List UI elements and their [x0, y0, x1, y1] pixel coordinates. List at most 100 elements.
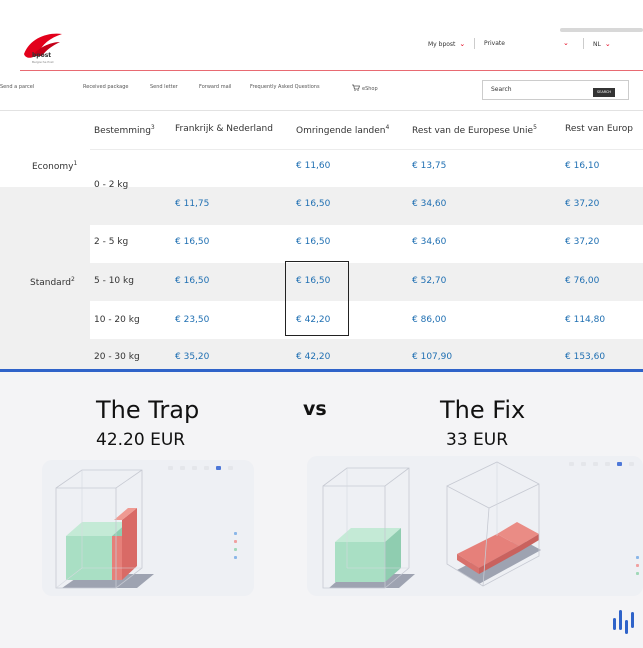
toolbar-button[interactable]: [204, 466, 209, 470]
legend-dot: [636, 572, 639, 575]
site-header: bpost Belgische Post My bpost ⌄ Private ⌄…: [0, 0, 643, 71]
footnote-ref: 5: [533, 124, 537, 131]
toolbar-button[interactable]: [228, 466, 233, 470]
price-cell: € 42,20: [296, 352, 331, 362]
row-band: [90, 187, 643, 225]
language-label: NL: [593, 41, 601, 48]
chevron-down-icon: ⌄: [604, 40, 611, 48]
footnote-ref: 1: [73, 160, 78, 167]
private-selector[interactable]: Private: [484, 40, 505, 47]
search-placeholder: Search: [491, 86, 512, 93]
col-header-text: Rest van Europ: [565, 124, 633, 134]
bpost-logo-icon: [24, 33, 62, 58]
price-cell: € 153,60: [565, 352, 606, 362]
weight-10-20: 10 - 20 kg: [94, 315, 140, 325]
toolbar-button[interactable]: [216, 466, 221, 470]
row-band: [90, 263, 643, 301]
col-header-eu: Rest van de Europese Unie5: [412, 124, 537, 136]
legend-dot: [636, 556, 639, 559]
price-cell: € 52,70: [412, 276, 447, 286]
logo-subtext: Belgische Post: [32, 60, 54, 64]
nav-send-parcel[interactable]: Send a parcel: [0, 84, 34, 90]
footnote-ref: 3: [150, 124, 155, 131]
weight-20-30: 20 - 30 kg: [94, 352, 140, 362]
price-cell: € 35,20: [175, 352, 210, 362]
legend-dot: [234, 532, 237, 535]
col-header-text: Bestemming: [94, 126, 151, 136]
price-cell: € 107,90: [412, 352, 453, 362]
language-selector[interactable]: NL ⌄: [593, 40, 611, 48]
fix-packing-view[interactable]: [307, 456, 643, 596]
price-cell: € 86,00: [412, 315, 447, 325]
row-band: [90, 339, 643, 370]
search-input[interactable]: Search SEARCH: [482, 80, 629, 100]
cart-icon: [352, 84, 361, 91]
trap-price: 42.20 EUR: [96, 430, 186, 450]
divider: [583, 38, 584, 49]
price-cell: € 11,60: [296, 161, 331, 171]
header-divider: [20, 70, 643, 71]
toolbar-button[interactable]: [617, 462, 622, 466]
toolbar-button[interactable]: [192, 466, 197, 470]
nav-eshop[interactable]: eShop: [352, 84, 378, 92]
price-cell: € 37,20: [565, 237, 600, 247]
price-cell: € 37,20: [565, 199, 600, 209]
price-cell: € 16,50: [296, 237, 331, 247]
row-divider: [90, 149, 643, 150]
mybpost-menu[interactable]: My bpost ⌄: [428, 40, 465, 48]
col-header-omringende: Omringende landen4: [296, 124, 389, 136]
service-economy: Economy1: [32, 160, 77, 172]
price-cell: € 16,10: [565, 161, 600, 171]
price-cell: € 34,60: [412, 199, 447, 209]
highlight-box: [285, 261, 349, 336]
mybpost-label: My bpost: [428, 41, 456, 48]
logo-text: bpost: [32, 52, 52, 59]
vs-label: vs: [303, 398, 327, 420]
price-cell: € 34,60: [412, 237, 447, 247]
box-3d-render: [55, 469, 154, 589]
chevron-down-icon: ⌄: [459, 40, 466, 48]
divider: [474, 38, 475, 49]
price-cell: € 11,75: [175, 199, 210, 209]
trap-packing-view[interactable]: [42, 460, 254, 596]
section-divider: [0, 369, 643, 372]
fix-price: 33 EUR: [446, 430, 509, 450]
col-header-text: Omringende landen: [296, 126, 386, 136]
fix-title: The Fix: [440, 396, 526, 424]
price-cell: € 13,75: [412, 161, 447, 171]
col-header-rest-europe: Rest van Europ: [565, 124, 633, 134]
weight-5-10: 5 - 10 kg: [94, 276, 134, 286]
trap-title: The Trap: [96, 396, 200, 424]
top-scrollbar: [560, 28, 643, 32]
nav-received-package[interactable]: Received package: [83, 84, 128, 90]
nav-forward-mail[interactable]: Forward mail: [199, 84, 231, 90]
price-cell: € 16,50: [175, 276, 210, 286]
brand-logo-icon: [613, 610, 634, 634]
nav-send-letter[interactable]: Send letter: [150, 84, 178, 90]
price-cell: € 76,00: [565, 276, 600, 286]
toolbar-button[interactable]: [629, 462, 634, 466]
price-cell: € 23,50: [175, 315, 210, 325]
price-cell: € 16,50: [175, 237, 210, 247]
footnote-ref: 4: [385, 124, 390, 131]
col-header-fr-nl: Frankrijk & Nederland: [175, 124, 273, 134]
nav-faq[interactable]: Frequently Asked Questions: [250, 84, 320, 90]
nav-eshop-label: eShop: [362, 86, 378, 92]
legend-dot: [234, 556, 237, 559]
col-header-text: Frankrijk & Nederland: [175, 124, 273, 134]
box-3d-render: [322, 461, 541, 589]
nav-divider: [0, 110, 643, 111]
chevron-down-icon[interactable]: ⌄: [563, 39, 569, 47]
service-label: Standard: [30, 278, 71, 288]
legend-dot: [234, 540, 237, 543]
footnote-ref: 2: [70, 276, 75, 283]
service-standard: Standard2: [30, 276, 75, 288]
weight-0-2: 0 - 2 kg: [94, 180, 129, 190]
service-label: Economy: [32, 162, 74, 172]
bpost-rates-screenshot: bpost Belgische Post My bpost ⌄ Private ⌄…: [0, 0, 643, 370]
col-header-bestemming: Bestemming3: [94, 124, 155, 136]
search-button[interactable]: SEARCH: [593, 88, 615, 97]
weight-2-5: 2 - 5 kg: [94, 237, 129, 247]
price-cell: € 114,80: [565, 315, 606, 325]
legend-dot: [234, 548, 237, 551]
